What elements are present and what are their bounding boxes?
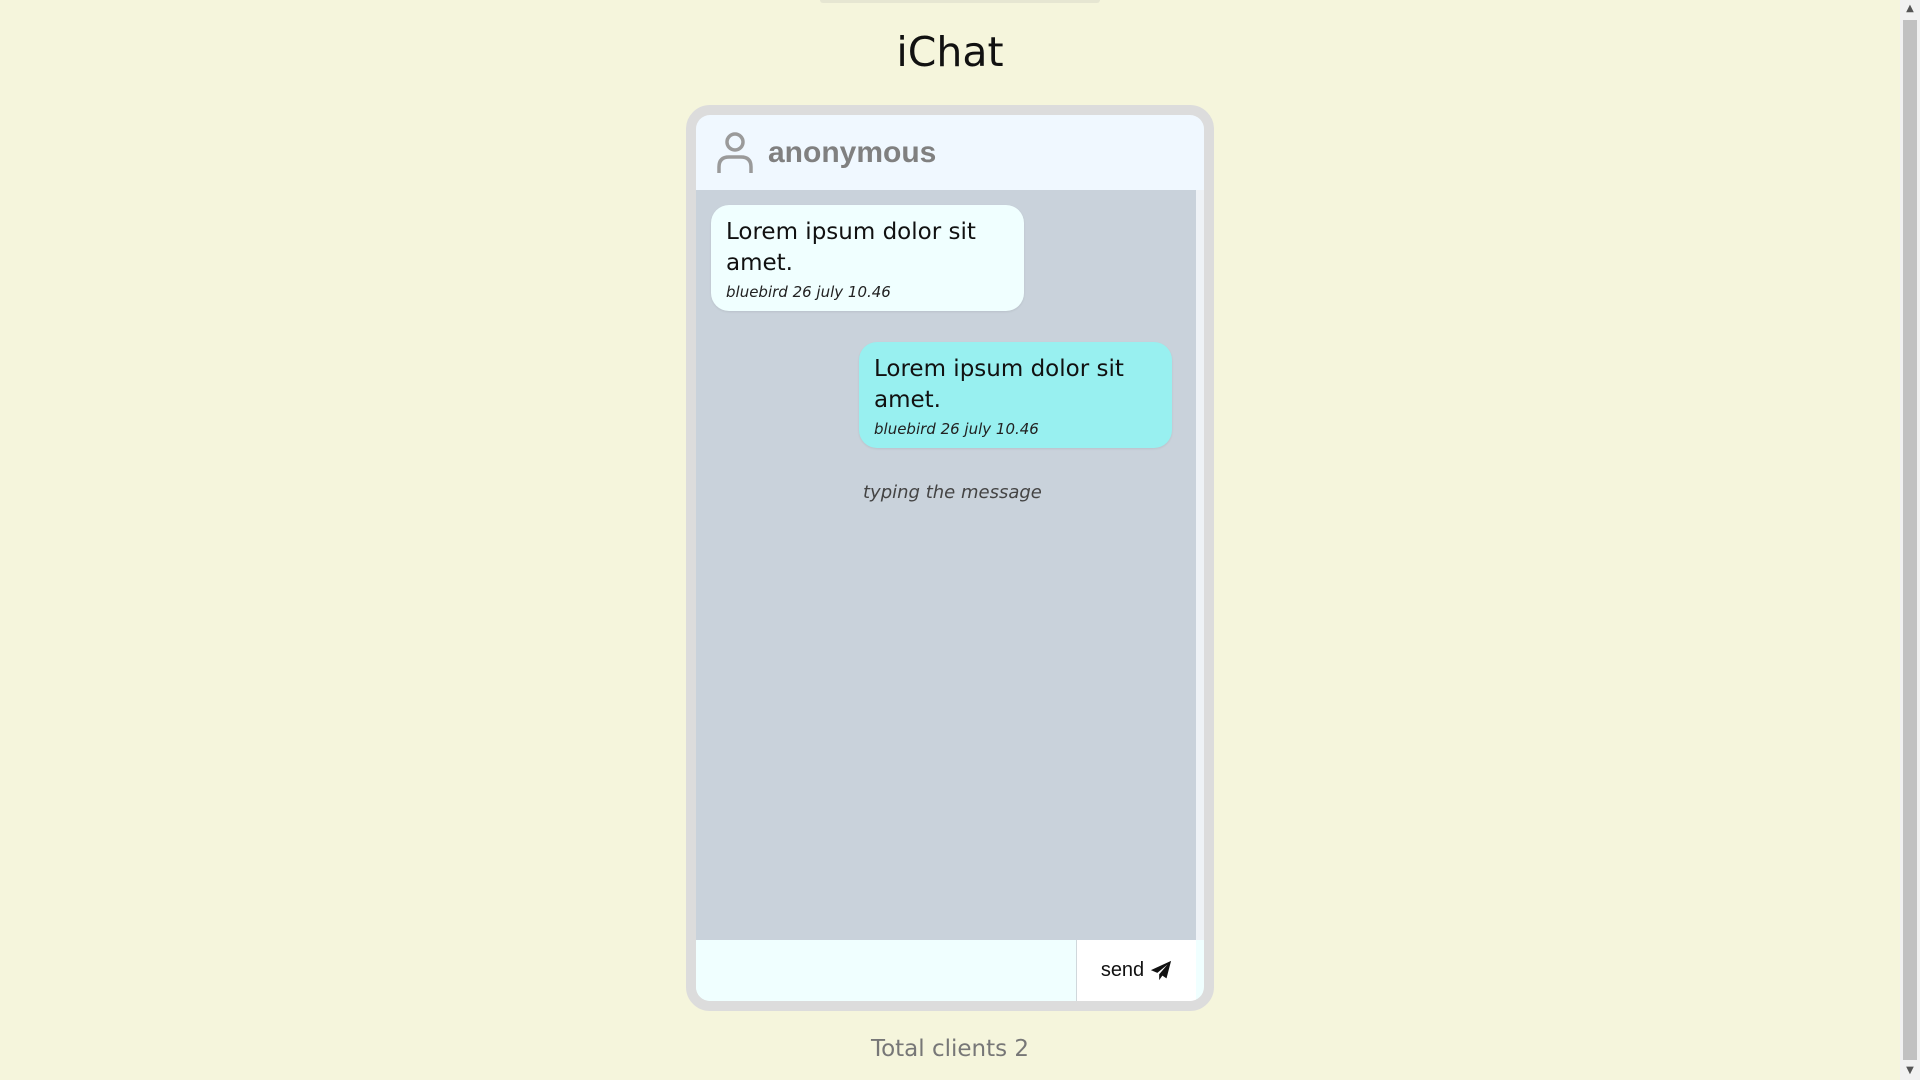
top-tab: [820, 0, 1100, 3]
page-title: iChat: [896, 28, 1004, 76]
send-button[interactable]: send: [1076, 940, 1196, 1001]
scroll-up-icon[interactable]: ▲: [1900, 0, 1920, 18]
typing-indicator: typing the message: [863, 482, 1042, 503]
send-label: send: [1100, 959, 1145, 981]
scroll-down-icon[interactable]: ▼: [1900, 1062, 1920, 1080]
message-list[interactable]: Lorem ipsum dolor sit amet. bluebird 26 …: [696, 190, 1196, 940]
message-input[interactable]: [696, 940, 1076, 1001]
message-outgoing: Lorem ipsum dolor sit amet. bluebird 26 …: [859, 342, 1172, 448]
message-meta: bluebird 26 july 10.46: [874, 420, 1039, 438]
paper-plane-icon: [1151, 960, 1172, 980]
scroll-thumb[interactable]: [1903, 20, 1917, 1060]
composer: send: [696, 940, 1204, 1001]
chat-window: anonymous Lorem ipsum dolor sit amet. bl…: [686, 105, 1214, 1011]
page-scrollbar[interactable]: ▲ ▼: [1900, 0, 1920, 1080]
chat-user-name: anonymous: [768, 135, 937, 169]
chat-header: anonymous: [696, 115, 1204, 190]
message-incoming: Lorem ipsum dolor sit amet. bluebird 26 …: [711, 205, 1024, 311]
total-clients: Total clients 2: [870, 1036, 1030, 1062]
message-meta: bluebird 26 july 10.46: [726, 283, 891, 301]
message-scroll-strip: [1196, 190, 1204, 940]
user-icon: [717, 131, 753, 173]
message-text: Lorem ipsum dolor sit amet.: [726, 219, 976, 276]
message-text: Lorem ipsum dolor sit amet.: [874, 356, 1124, 413]
